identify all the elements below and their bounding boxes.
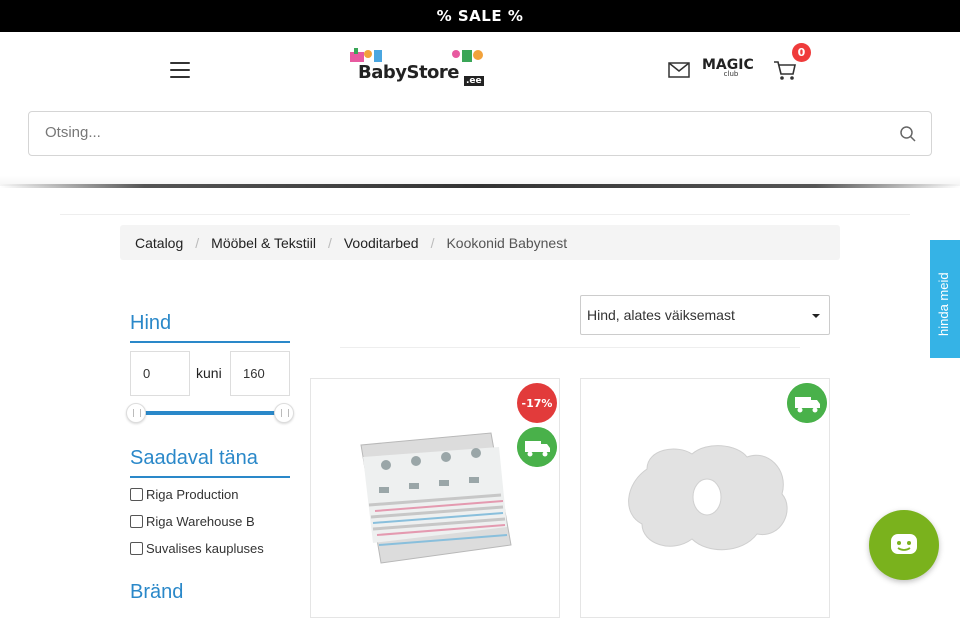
checkbox[interactable] [130, 488, 143, 501]
sort-select-value: Hind, alates väiksemast [587, 307, 735, 323]
chat-icon [891, 534, 917, 554]
sale-banner[interactable]: % SALE % [0, 0, 960, 32]
magic-club-logo[interactable]: MAGIC club [702, 57, 760, 83]
availability-option[interactable]: Riga Warehouse B [130, 514, 255, 529]
chevron-down-icon [812, 314, 820, 318]
filter-price-underline [130, 341, 290, 343]
filter-availability-title[interactable]: Saadaval täna [130, 447, 258, 470]
menu-icon[interactable] [170, 62, 190, 78]
search-input[interactable] [45, 124, 865, 141]
header-divider [0, 184, 960, 188]
product-image-sheets[interactable] [351, 425, 521, 575]
free-shipping-truck-icon [517, 427, 557, 467]
sale-banner-text[interactable]: % SALE % [437, 7, 524, 25]
sort-select[interactable]: Hind, alates väiksemast [580, 295, 830, 335]
price-min-input[interactable]: 0 [130, 351, 190, 396]
site-header: BabyStore .ee MAGIC club 0 [0, 32, 960, 108]
availability-label: Suvalises kaupluses [146, 541, 264, 556]
divider [340, 347, 800, 348]
rate-us-tab[interactable]: hinda meid [930, 240, 960, 358]
breadcrumb-separator: / [327, 234, 332, 251]
divider [60, 214, 910, 215]
product-card[interactable]: -17% [310, 378, 560, 618]
breadcrumb-separator: / [195, 234, 200, 251]
rate-us-label: hinda meid [936, 272, 951, 336]
chat-button[interactable] [869, 510, 939, 580]
price-separator: kuni [196, 365, 222, 381]
breadcrumb: Catalog / Mööbel & Tekstiil / Vooditarbe… [120, 225, 840, 260]
price-max-input[interactable]: 160 [230, 351, 290, 396]
breadcrumb-mobel[interactable]: Mööbel & Tekstiil [211, 235, 316, 251]
product-card[interactable] [580, 378, 830, 618]
price-slider-track[interactable] [138, 411, 284, 415]
price-slider-min-handle[interactable] [126, 403, 146, 423]
cart-icon[interactable] [773, 60, 797, 82]
search-icon[interactable] [899, 125, 917, 143]
mail-icon[interactable] [668, 62, 690, 78]
availability-option[interactable]: Riga Production [130, 487, 239, 502]
free-shipping-truck-icon [787, 383, 827, 423]
price-slider-max-handle[interactable] [274, 403, 294, 423]
checkbox[interactable] [130, 515, 143, 528]
breadcrumb-separator: / [430, 234, 435, 251]
cart-count-badge: 0 [792, 43, 811, 62]
filter-price-title[interactable]: Hind [130, 312, 171, 335]
breadcrumb-current: Kookonid Babynest [446, 234, 568, 251]
availability-label: Riga Production [146, 487, 239, 502]
product-image-pillow[interactable] [617, 439, 797, 559]
filter-availability-underline [130, 476, 290, 478]
filter-brand-title[interactable]: Bränd [130, 581, 183, 604]
availability-label: Riga Warehouse B [146, 514, 255, 529]
logo-domain: .ee [464, 76, 484, 86]
logo-text: BabyStore [358, 62, 460, 83]
breadcrumb-vooditarbed[interactable]: Vooditarbed [344, 235, 419, 251]
logo[interactable]: BabyStore .ee [346, 44, 490, 88]
checkbox[interactable] [130, 542, 143, 555]
availability-option[interactable]: Suvalises kaupluses [130, 541, 264, 556]
discount-badge: -17% [517, 383, 557, 423]
search-bar [28, 111, 932, 156]
breadcrumb-catalog[interactable]: Catalog [135, 235, 183, 251]
